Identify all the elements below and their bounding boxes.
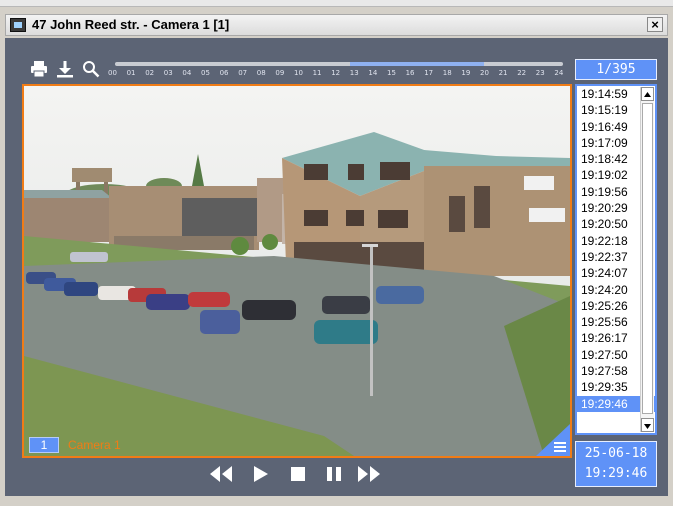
timeline-hour-label: 04: [182, 69, 192, 77]
timeline-hour-label: 16: [405, 69, 415, 77]
timeline-hour-label: 07: [238, 69, 248, 77]
download-icon[interactable]: [56, 60, 74, 78]
pause-icon[interactable]: [320, 462, 348, 486]
timeline-hour-label: 20: [480, 69, 489, 77]
current-datetime-box: 25-06-18 19:29:46: [575, 441, 657, 487]
timeline-hour-labels: 00 01 02 03 04 05 06 07 08 09 10 11 12 13 14 15 16 17 18 19…: [108, 69, 568, 79]
current-time: 19:29:46: [584, 466, 648, 481]
timeline-hour-label: 12: [331, 69, 341, 77]
scroll-thumb[interactable]: [642, 103, 653, 414]
timeline-hour-label: 19: [461, 69, 471, 77]
timeline-hour-label: 18: [442, 69, 452, 77]
title-bar: 47 John Reed str. - Camera 1 [1] ×: [5, 14, 668, 36]
timeline-recorded-range: [350, 62, 484, 66]
timeline-hour-label: 24: [554, 69, 564, 77]
recording-time-list[interactable]: 19:14:59 19:15:19 19:16:49 19:17:09 19:18:42…: [575, 84, 657, 435]
timeline-hour-label: 05: [201, 69, 210, 77]
timeline-hour-label: 03: [163, 69, 173, 77]
camera-scene-image: [24, 86, 570, 456]
fast-forward-icon[interactable]: [356, 462, 384, 486]
camera-name-label: Camera 1: [68, 438, 121, 452]
timeline-hour-label: 14: [368, 69, 378, 77]
top-strip: [0, 0, 673, 7]
stop-icon[interactable]: [284, 462, 312, 486]
timeline-hour-label: 02: [145, 69, 155, 77]
timeline-hour-label: 01: [126, 69, 136, 77]
scroll-up-arrow-icon[interactable]: [641, 87, 654, 101]
camera-number-badge: 1: [29, 437, 59, 453]
timeline-hour-label: 21: [498, 69, 508, 77]
timeline-hour-label: 08: [256, 69, 266, 77]
timeline-hour-label: 22: [517, 69, 527, 77]
timeline-hour-label: 11: [312, 69, 322, 77]
window-title: 47 John Reed str. - Camera 1 [1]: [32, 17, 230, 32]
timeline-hour-label: 17: [424, 69, 434, 77]
camera-app-icon: [10, 18, 26, 32]
close-button[interactable]: ×: [647, 17, 663, 32]
print-icon[interactable]: [30, 60, 48, 78]
timeline-hour-label: 10: [294, 69, 303, 77]
rewind-icon[interactable]: [206, 462, 234, 486]
play-icon[interactable]: [246, 462, 274, 486]
timeline-hour-label: 06: [219, 69, 229, 77]
timeline-bar[interactable]: [115, 62, 563, 66]
current-date: 25-06-18: [584, 446, 648, 461]
time-list-scrollbar[interactable]: [640, 87, 654, 432]
camera-video-frame[interactable]: [22, 84, 572, 458]
timeline-hour-label: 09: [275, 69, 285, 77]
frame-counter: 1/395: [575, 59, 657, 80]
search-icon[interactable]: [82, 60, 100, 78]
scroll-down-arrow-icon[interactable]: [641, 418, 654, 432]
menu-corner-icon[interactable]: [536, 424, 570, 456]
timeline-hour-label: 15: [387, 69, 396, 77]
timeline-hour-label: 00: [108, 69, 117, 77]
timeline-hour-label: 13: [349, 69, 359, 77]
timeline-hour-label: 23: [535, 69, 545, 77]
